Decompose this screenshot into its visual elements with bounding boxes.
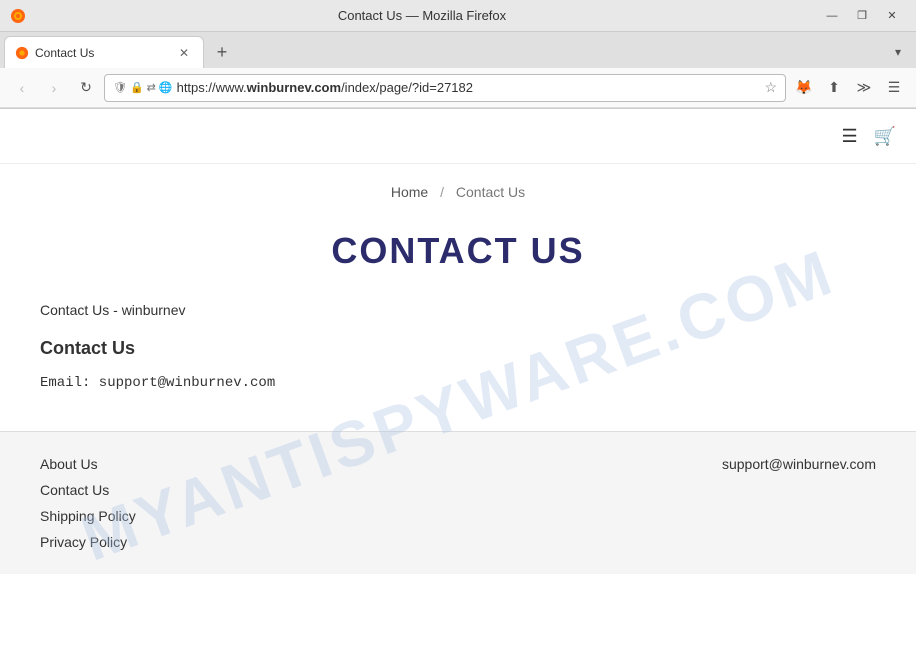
title-bar-left [10, 8, 26, 24]
footer-contact-us[interactable]: Contact Us [40, 482, 136, 498]
menu-button[interactable]: ☰ [880, 74, 908, 102]
tab-list-button[interactable]: ▾ [884, 45, 912, 59]
website-content: MYANTISPYWARE.COM ☰ 🛒 Home / Contact Us … [0, 109, 916, 651]
title-bar: Contact Us — Mozilla Firefox — ❐ ✕ [0, 0, 916, 32]
page-title: CONTACT US [0, 210, 916, 302]
site-footer: About Us Contact Us Shipping Policy Priv… [0, 431, 916, 574]
minimize-button[interactable]: — [818, 5, 846, 27]
pocket-button[interactable]: 🦊 [790, 74, 818, 102]
main-content: Contact Us - winburnev Contact Us Email:… [0, 302, 916, 431]
security-icons: 🛡 🔒 ⇄ 🌐 [113, 81, 173, 94]
footer-shipping-policy[interactable]: Shipping Policy [40, 508, 136, 524]
share-button[interactable]: ⬆ [820, 74, 848, 102]
url-domain: winburnev.com [247, 80, 341, 95]
address-bar[interactable]: 🛡 🔒 ⇄ 🌐 https://www.winburnev.com/index/… [104, 74, 786, 102]
tab-label: Contact Us [35, 46, 94, 60]
bookmark-button[interactable]: ☆ [764, 79, 777, 96]
firefox-icon [10, 8, 26, 24]
content-email: Email: support@winburnev.com [40, 375, 876, 391]
new-tab-button[interactable]: + [208, 38, 236, 66]
breadcrumb: Home / Contact Us [0, 164, 916, 210]
reload-button[interactable]: ↻ [72, 74, 100, 102]
extensions-button[interactable]: ≫ [850, 74, 878, 102]
tab-favicon [15, 46, 29, 60]
lock-icon: 🔒 [130, 81, 144, 94]
site-navbar: ☰ 🛒 [0, 109, 916, 164]
footer-email: support@winburnev.com [722, 456, 876, 472]
url-display[interactable]: https://www.winburnev.com/index/page/?id… [177, 80, 761, 95]
cart-icon[interactable]: 🛒 [874, 126, 896, 147]
content-heading: Contact Us [40, 338, 876, 359]
globe-icon: 🌐 [159, 81, 173, 94]
active-tab[interactable]: Contact Us ✕ [4, 36, 204, 68]
hamburger-menu-icon[interactable]: ☰ [841, 126, 857, 147]
shield-icon: 🛡 [113, 81, 127, 94]
tab-close-button[interactable]: ✕ [175, 44, 193, 62]
toolbar-buttons: 🦊 ⬆ ≫ ☰ [790, 74, 908, 102]
footer-links: About Us Contact Us Shipping Policy Priv… [40, 456, 136, 550]
forward-button[interactable]: › [40, 74, 68, 102]
connection-icon: ⇄ [147, 81, 156, 94]
maximize-button[interactable]: ❐ [848, 5, 876, 27]
tab-spacer [236, 36, 884, 68]
window-controls: — ❐ ✕ [818, 5, 906, 27]
nav-bar: ‹ › ↻ 🛡 🔒 ⇄ 🌐 https://www.winburnev.com/… [0, 68, 916, 108]
content-subtitle: Contact Us - winburnev [40, 302, 876, 318]
footer-privacy-policy[interactable]: Privacy Policy [40, 534, 136, 550]
breadcrumb-home-link[interactable]: Home [391, 184, 428, 200]
breadcrumb-separator: / [440, 184, 444, 200]
browser-chrome: Contact Us — Mozilla Firefox — ❐ ✕ Conta… [0, 0, 916, 109]
close-button[interactable]: ✕ [878, 5, 906, 27]
footer-about-us[interactable]: About Us [40, 456, 136, 472]
back-button[interactable]: ‹ [8, 74, 36, 102]
breadcrumb-current: Contact Us [456, 184, 525, 200]
tab-bar: Contact Us ✕ + ▾ [0, 32, 916, 68]
browser-title: Contact Us — Mozilla Firefox [26, 8, 818, 23]
site-navbar-icons: ☰ 🛒 [841, 126, 896, 147]
